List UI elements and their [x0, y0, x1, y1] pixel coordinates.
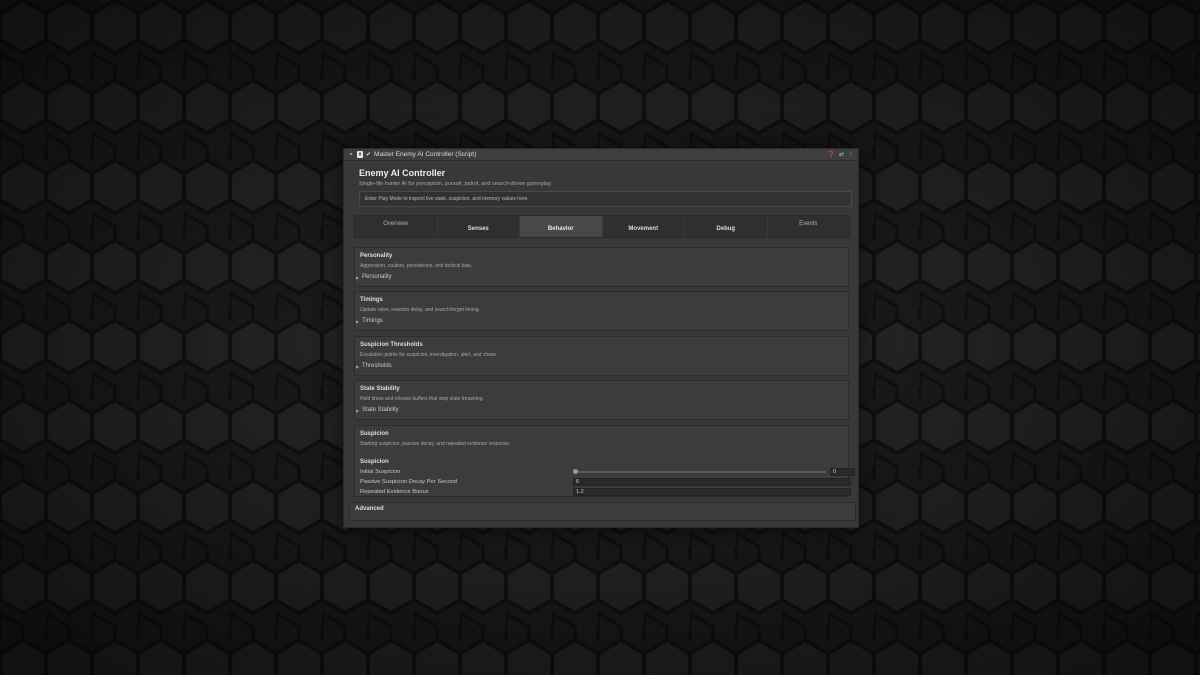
tab-events-label: Events	[799, 220, 818, 227]
foldout-label: State Stability	[362, 407, 399, 413]
foldout-arrow-icon[interactable]: ▾	[348, 152, 354, 158]
tab-behavior-label: Behavior	[547, 225, 574, 232]
section-title: Suspicion Thresholds	[360, 342, 423, 348]
decay-field[interactable]: 6	[573, 477, 851, 486]
initial-suspicion-slider[interactable]	[575, 470, 826, 473]
tab-bar: Overview Senses Behavior Movement Debug …	[354, 215, 850, 238]
foldout-arrow-icon: ▶	[355, 318, 360, 324]
play-mode-info-box: Enter Play Mode to inspect live state, s…	[359, 191, 852, 207]
preset-icon[interactable]: ⇄	[839, 151, 844, 158]
foldout-label: Thresholds	[362, 363, 392, 369]
initial-suspicion-value[interactable]: 0	[830, 467, 855, 476]
controller-title: Enemy AI Controller	[359, 168, 446, 178]
section-description: Starting suspicion, passive decay, and r…	[360, 441, 511, 447]
tab-behavior[interactable]: Behavior	[520, 216, 603, 237]
evidence-bonus-row: Repeated Evidence Bonus 1.2	[360, 487, 851, 496]
tab-debug-label: Debug	[716, 225, 736, 232]
tab-debug[interactable]: Debug	[685, 216, 768, 237]
controller-header: Enemy AI Controller Single-file hunter A…	[344, 161, 858, 207]
tab-overview[interactable]: Overview	[355, 216, 438, 237]
foldout-thresholds[interactable]: ▶ Thresholds	[355, 363, 392, 369]
section-title: Personality	[360, 253, 393, 259]
controller-subtitle: Single-file hunter AI for perception, pu…	[359, 181, 552, 187]
foldout-arrow-icon: ▶	[355, 407, 360, 413]
foldout-arrow-icon: ▶	[355, 363, 360, 369]
section-state-stability: State Stability Hold times and release b…	[354, 380, 849, 420]
evidence-bonus-value-text: 1.2	[576, 488, 584, 495]
tab-senses-label: Senses	[467, 225, 489, 232]
section-title: Timings	[360, 297, 383, 303]
decay-label: Passive Suspicion Decay Per Second	[360, 478, 457, 485]
tab-events[interactable]: Events	[768, 216, 850, 237]
tab-movement-label: Movement	[628, 225, 659, 232]
section-description: Aggression, caution, persistence, and ta…	[360, 263, 473, 269]
tab-senses[interactable]: Senses	[438, 216, 520, 237]
section-suspicion-thresholds: Suspicion Thresholds Escalation points f…	[354, 336, 849, 376]
section-title: Suspicion	[360, 431, 389, 437]
evidence-bonus-field[interactable]: 1.2	[573, 487, 851, 496]
foldout-arrow-icon: ▶	[355, 274, 360, 280]
section-description: Hold times and release buffers that stop…	[360, 396, 484, 402]
initial-suspicion-row: Initial Suspicion 0	[360, 467, 855, 476]
section-description: Update rates, reaction delay, and search…	[360, 307, 480, 313]
foldout-label: Timings	[362, 318, 383, 324]
sub-header-suspicion: Suspicion	[360, 459, 389, 465]
component-title: Master Enemy AI Controller (Script)	[374, 151, 477, 158]
tab-movement[interactable]: Movement	[603, 216, 685, 237]
section-suspicion: Suspicion Starting suspicion, passive de…	[354, 425, 855, 497]
evidence-bonus-label: Repeated Evidence Bonus	[360, 488, 429, 495]
section-timings: Timings Update rates, reaction delay, an…	[354, 291, 849, 331]
help-icon[interactable]: ❓	[827, 151, 834, 158]
info-text: Enter Play Mode to inspect live state, s…	[365, 196, 529, 202]
foldout-timings[interactable]: ▶ Timings	[355, 318, 383, 324]
component-titlebar[interactable]: ▾ # ✔ Master Enemy AI Controller (Script…	[344, 149, 858, 161]
section-title: State Stability	[360, 386, 400, 392]
kebab-menu-icon[interactable]: ⋮	[848, 151, 854, 158]
section-description: Escalation points for suspicion, investi…	[360, 352, 498, 358]
decay-value-text: 6	[576, 478, 580, 485]
enabled-checkbox[interactable]: ✔	[366, 151, 371, 158]
inspector-panel: ▾ # ✔ Master Enemy AI Controller (Script…	[343, 148, 859, 528]
script-icon: #	[357, 151, 363, 158]
foldout-personality[interactable]: ▶ Personality	[355, 274, 392, 280]
section-personality: Personality Aggression, caution, persist…	[354, 247, 849, 287]
tab-overview-label: Overview	[383, 220, 409, 227]
decay-row: Passive Suspicion Decay Per Second 6	[360, 477, 851, 486]
foldout-state-stability[interactable]: ▶ State Stability	[355, 407, 399, 413]
foldout-label: Personality	[362, 274, 392, 280]
initial-suspicion-value-text: 0	[833, 468, 837, 475]
advanced-title: Advanced	[355, 506, 384, 512]
slider-thumb[interactable]	[573, 469, 578, 474]
initial-suspicion-label: Initial Suspicion	[360, 468, 401, 475]
section-advanced[interactable]: Advanced	[349, 502, 856, 521]
